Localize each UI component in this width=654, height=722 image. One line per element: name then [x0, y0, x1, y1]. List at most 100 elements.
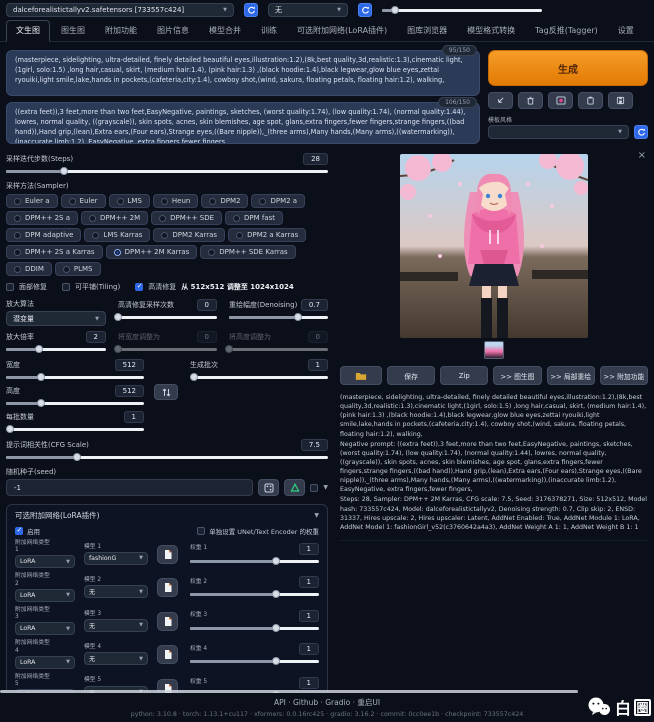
- width-value[interactable]: 512: [115, 359, 144, 371]
- refresh-checkpoint-button[interactable]: [244, 3, 258, 17]
- lora-weight-value[interactable]: 1: [299, 677, 319, 689]
- batch-count-value[interactable]: 1: [308, 359, 328, 371]
- sampler-option[interactable]: DPM2 a: [251, 194, 305, 208]
- close-gallery-button[interactable]: ×: [638, 150, 646, 161]
- generated-image[interactable]: [400, 154, 588, 338]
- height-slider[interactable]: [6, 399, 144, 408]
- sampler-option[interactable]: DPM++ 2S a Karras: [6, 245, 103, 259]
- lora-weight-slider[interactable]: [190, 657, 319, 666]
- tiling-checkbox[interactable]: [62, 283, 70, 291]
- restore-faces-checkbox[interactable]: [6, 283, 14, 291]
- hires-fix-checkbox[interactable]: [135, 283, 143, 291]
- seed-input[interactable]: -1: [6, 479, 253, 496]
- sampler-option[interactable]: LMS Karras: [84, 228, 150, 242]
- tab-模型合并[interactable]: 模型合并: [200, 21, 250, 41]
- sampler-option[interactable]: DPM++ SDE Karras: [200, 245, 295, 259]
- batch-size-value[interactable]: 1: [124, 411, 144, 423]
- batch-count-slider[interactable]: [190, 373, 328, 382]
- lora-model-select[interactable]: 无▼: [84, 619, 148, 632]
- clear-prompt-button[interactable]: [518, 92, 543, 109]
- tab-设置[interactable]: 设置: [609, 21, 643, 41]
- swap-dimensions-button[interactable]: [154, 384, 178, 400]
- denoising-value[interactable]: 0.7: [301, 299, 328, 311]
- cfg-slider[interactable]: [6, 453, 328, 462]
- upscaler-select[interactable]: 潜变量▼: [6, 311, 106, 326]
- lora-weight-slider[interactable]: [190, 557, 319, 566]
- lora-weight-value[interactable]: 1: [299, 543, 319, 555]
- gallery-thumbnail[interactable]: [484, 341, 504, 359]
- sampler-option[interactable]: DPM fast: [225, 211, 283, 225]
- sampler-option[interactable]: DPM++ 2M Karras: [106, 245, 198, 259]
- lora-file-button[interactable]: [157, 578, 178, 597]
- restore-params-button[interactable]: [488, 92, 513, 109]
- gallery-action-button[interactable]: 保存: [387, 366, 435, 385]
- sampler-option[interactable]: DPM++ 2S a: [6, 211, 78, 225]
- tab-图库浏览器[interactable]: 图库浏览器: [398, 21, 456, 41]
- tab-扩展[interactable]: 扩展: [645, 21, 654, 41]
- lora-model-select[interactable]: 无▼: [84, 585, 148, 598]
- tab-文生图[interactable]: 文生图: [6, 20, 50, 42]
- clip-skip-slider[interactable]: [382, 6, 542, 15]
- lora-panel-collapse[interactable]: ▼: [314, 512, 319, 519]
- sampler-option[interactable]: PLMS: [55, 262, 101, 276]
- footer-link[interactable]: Github: [293, 698, 318, 707]
- generate-button[interactable]: 生成: [488, 50, 648, 86]
- gallery-action-button[interactable]: >> 附加功能: [600, 366, 648, 385]
- gallery-action-button[interactable]: >> 图生图: [493, 366, 541, 385]
- lora-model-select[interactable]: 无▼: [84, 652, 148, 665]
- lora-weight-slider[interactable]: [190, 624, 319, 633]
- lora-type-select[interactable]: LoRA▼: [15, 622, 75, 635]
- steps-value[interactable]: 28: [303, 153, 328, 165]
- upscale-by-value[interactable]: 2: [86, 331, 106, 343]
- lora-file-button[interactable]: [157, 612, 178, 631]
- batch-size-slider[interactable]: [6, 425, 144, 434]
- lora-file-button[interactable]: [157, 645, 178, 664]
- checkpoint-select[interactable]: dalceforealistictallyv2.safetensors [733…: [6, 3, 234, 17]
- lora-model-select[interactable]: fashionG▼: [84, 552, 148, 565]
- steps-slider[interactable]: [6, 167, 328, 176]
- lora-enable-checkbox[interactable]: [15, 527, 23, 535]
- lora-type-select[interactable]: LoRA▼: [15, 589, 75, 602]
- lora-type-select[interactable]: LoRA▼: [15, 555, 75, 568]
- tab-可选附加网络(LoRA插件)[interactable]: 可选附加网络(LoRA插件): [288, 21, 396, 41]
- lora-weight-value[interactable]: 1: [299, 610, 319, 622]
- style-select[interactable]: ▼: [488, 125, 629, 139]
- negative-prompt-input[interactable]: ((extra feet)),3 feet,more than two feet…: [6, 102, 480, 144]
- sampler-option[interactable]: Euler: [61, 194, 106, 208]
- tab-图片信息[interactable]: 图片信息: [148, 21, 198, 41]
- denoising-slider[interactable]: [229, 313, 328, 322]
- refresh-vae-button[interactable]: [358, 3, 372, 17]
- gallery-action-button[interactable]: Zip: [440, 366, 488, 385]
- seed-extras-toggle[interactable]: ▼: [323, 484, 328, 491]
- lora-weight-value[interactable]: 1: [299, 643, 319, 655]
- tab-Tag反推(Tagger)[interactable]: Tag反推(Tagger): [526, 21, 607, 41]
- sampler-option[interactable]: LMS: [109, 194, 150, 208]
- lora-type-select[interactable]: LoRA▼: [15, 656, 75, 669]
- gallery-action-button[interactable]: >> 局部重绘: [547, 366, 595, 385]
- cfg-value[interactable]: 7.5: [301, 439, 328, 451]
- sampler-option[interactable]: DPM++ 2M: [81, 211, 148, 225]
- tab-附加功能[interactable]: 附加功能: [96, 21, 146, 41]
- apply-style-button[interactable]: [578, 92, 603, 109]
- sampler-option[interactable]: DPM2 Karras: [153, 228, 225, 242]
- sampler-option[interactable]: DPM++ SDE: [151, 211, 222, 225]
- footer-link[interactable]: 重启UI: [357, 698, 380, 707]
- lora-weight-value[interactable]: 1: [299, 576, 319, 588]
- vae-select[interactable]: 无▼: [268, 3, 348, 17]
- tab-训练[interactable]: 训练: [252, 21, 286, 41]
- height-value[interactable]: 512: [115, 385, 144, 397]
- open-folder-button[interactable]: [340, 366, 382, 385]
- extra-networks-button[interactable]: [548, 92, 573, 109]
- width-slider[interactable]: [6, 373, 144, 382]
- sampler-option[interactable]: DDIM: [6, 262, 52, 276]
- tab-图生图[interactable]: 图生图: [52, 21, 94, 41]
- sampler-option[interactable]: DPM2 a Karras: [228, 228, 306, 242]
- sampler-option[interactable]: DPM2: [201, 194, 248, 208]
- extra-seed-checkbox[interactable]: [310, 484, 318, 492]
- reuse-seed-button[interactable]: [284, 479, 305, 496]
- sampler-option[interactable]: Euler a: [6, 194, 58, 208]
- tab-模型格式转换[interactable]: 模型格式转换: [458, 21, 524, 41]
- prompt-input[interactable]: (masterpiece, sidelighting, ultra-detail…: [6, 50, 480, 96]
- lora-weight-slider[interactable]: [190, 590, 319, 599]
- upscale-by-slider[interactable]: [6, 345, 106, 354]
